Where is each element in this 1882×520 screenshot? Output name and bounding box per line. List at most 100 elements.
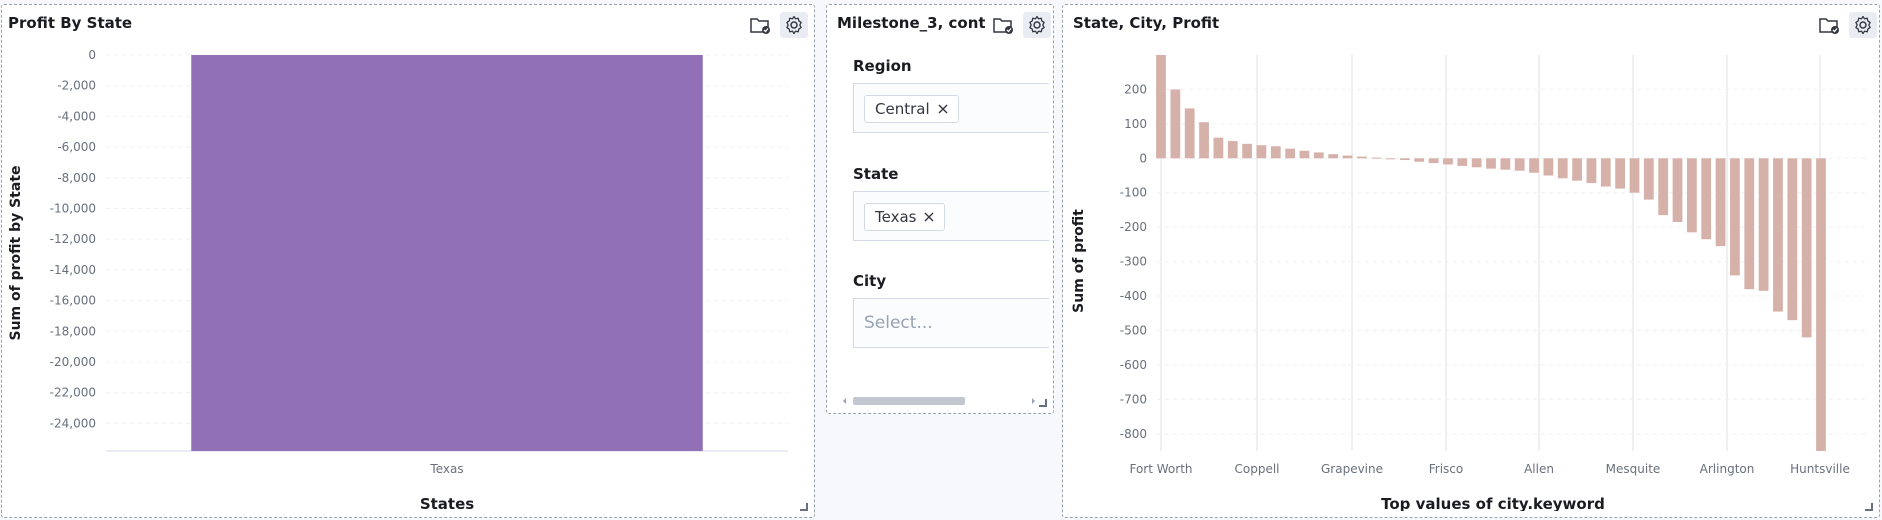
x-tick-label: Texas [429,462,463,476]
y-axis-title: Sum of profit [1071,209,1087,313]
bar [1486,158,1496,169]
bar [1242,143,1252,159]
region-select[interactable]: Central [853,83,1049,133]
bar [1615,158,1626,189]
city-select[interactable]: Select... [853,298,1049,348]
bar [1557,158,1568,179]
bar [1500,158,1511,170]
y-tick-label: -400 [1120,289,1147,303]
y-tick-label: -20,000 [50,355,96,369]
region-chip-label: Central [875,100,930,118]
bar [1773,158,1783,312]
y-tick-label: -600 [1120,358,1147,372]
state-chip-label: Texas [875,208,917,226]
bar [1758,158,1769,291]
bar [1414,158,1425,162]
panel-title: State, City, Profit [1073,14,1220,32]
bar [1658,158,1669,216]
state-city-profit-panel: State, City, Profit 200 100 0 -100 -200 -300 -… [1062,4,1880,518]
close-icon[interactable] [924,208,934,226]
y-tick-label: -18,000 [50,324,96,338]
x-tick-label: Grapevine [1321,462,1383,476]
y-tick-label: -6,000 [57,140,96,154]
bar [1270,146,1281,159]
bar [1715,158,1726,247]
bar [1342,155,1353,159]
state-select[interactable]: Texas [853,191,1049,241]
y-tick-label: -12,000 [50,232,96,246]
horizontal-scrollbar[interactable] [839,392,1039,405]
folder-check-icon[interactable] [746,12,774,38]
y-tick-label: -24,000 [50,416,96,430]
bar [1514,158,1525,171]
folder-check-icon[interactable] [1815,12,1843,38]
resize-handle[interactable] [1039,399,1047,407]
bar [1672,158,1683,223]
y-tick-label: -300 [1120,255,1147,269]
folder-check-icon[interactable] [989,12,1017,38]
x-tick-label: Coppell [1234,462,1279,476]
state-city-profit-chart: 200 100 0 -100 -200 -300 -400 -500 -600 -700 -800 F… [1071,55,1867,511]
state-chip[interactable]: Texas [864,203,946,231]
resize-handle[interactable] [800,503,808,511]
city-label: City [853,272,887,290]
x-tick-label: Allen [1524,462,1554,476]
bar [1285,148,1296,159]
x-axis-title: States [420,495,474,511]
bar [1184,108,1195,159]
panel-title: Milestone_3, cont... [837,14,985,32]
bar [1744,158,1755,290]
x-tick-label: Frisco [1429,462,1464,476]
bar [1787,158,1798,321]
controls-panel: Milestone_3, cont... Region Central Stat… [826,4,1054,414]
y-tick-label: 0 [1139,151,1147,165]
y-tick-label: -16,000 [50,294,96,308]
bar [1543,158,1554,176]
bar [1299,150,1310,159]
x-tick-label: Huntsville [1790,462,1850,476]
bar [1156,55,1166,159]
y-tick-label: -200 [1120,220,1147,234]
bar [1529,158,1539,173]
y-tick-label: -4,000 [57,109,96,123]
bar [1457,158,1468,166]
bar [1686,158,1697,233]
bar [1213,137,1224,159]
bar [1701,158,1712,240]
bar [1428,158,1439,164]
y-axis-title: Sum of profit by State [8,165,24,340]
region-chip[interactable]: Central [864,95,959,123]
y-tick-label: -14,000 [50,263,96,277]
x-axis-title: Top values of city.keyword [1381,495,1605,511]
y-tick-label: -8,000 [57,171,96,185]
gear-icon[interactable] [1023,12,1051,38]
y-tick-label: -2,000 [57,79,96,93]
y-tick-label: -100 [1120,186,1147,200]
y-tick-label: 100 [1124,117,1147,131]
bar [1816,158,1826,451]
close-icon[interactable] [938,100,948,118]
bar [1328,154,1339,159]
gear-icon[interactable] [1849,12,1877,38]
bar [1227,141,1238,159]
x-tick-label: Mesquite [1606,462,1661,476]
bar [1600,158,1611,187]
city-placeholder: Select... [864,313,933,333]
resize-handle[interactable] [1865,503,1873,511]
y-tick-label: -10,000 [50,201,96,215]
bar [1256,145,1267,159]
bar [1643,158,1654,200]
y-tick-label: -22,000 [50,386,96,400]
x-tick-label: Arlington [1700,462,1755,476]
panel-title: Profit By State [8,14,133,32]
bar [1313,152,1324,159]
bar [191,55,703,451]
y-tick-label: -700 [1120,392,1147,406]
bar [1730,158,1740,276]
profit-by-state-chart: 0 -2,000 -4,000 -6,000 -8,000 -10,000 -12,000 -… [8,48,788,511]
x-tick-label: Fort Worth [1129,462,1192,476]
y-tick-label: -500 [1120,323,1147,337]
y-tick-label: 200 [1124,82,1147,96]
gear-icon[interactable] [780,12,808,38]
bar [1356,156,1367,159]
